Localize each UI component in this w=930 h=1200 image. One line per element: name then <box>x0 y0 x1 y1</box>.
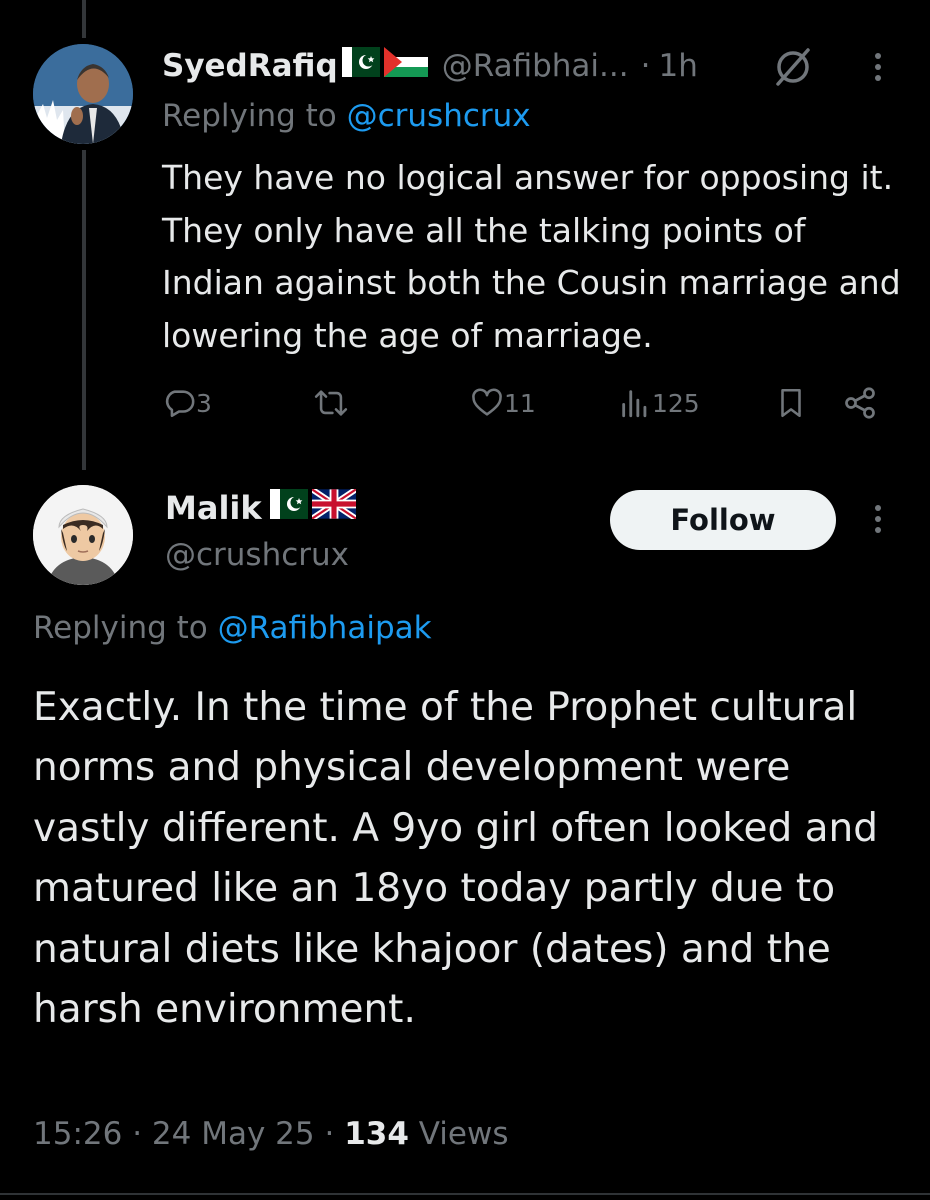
pakistan-flag-icon <box>269 489 308 527</box>
pakistan-flag-icon <box>341 47 380 85</box>
retweet-button[interactable] <box>312 380 350 426</box>
separator-dot: · <box>132 1116 143 1152</box>
views-icon <box>618 386 652 420</box>
replying-to: Replying to @crushcrux <box>162 98 531 134</box>
follow-button[interactable]: Follow <box>610 490 836 550</box>
reply-tweet-header: SyedRafiq @Rafibhai... · 1h <box>162 40 698 92</box>
replying-to: Replying to @Rafibhaipak <box>33 610 432 646</box>
divider <box>0 1193 930 1195</box>
palestine-flag-icon <box>383 47 428 85</box>
avatar-malik[interactable] <box>33 485 133 585</box>
mention-link[interactable]: @Rafibhaipak <box>218 610 432 646</box>
reply-count: 3 <box>196 388 212 418</box>
avatar-syedrafiq[interactable] <box>33 44 133 144</box>
tweet-meta: 15:26 · 24 May 25 · 134 Views <box>33 1116 509 1152</box>
reply-tweet-text: They have no logical answer for opposing… <box>162 158 901 355</box>
handle[interactable]: @crushcrux <box>165 532 349 578</box>
like-button[interactable]: 11 <box>470 380 536 426</box>
handle[interactable]: @Rafibhai... <box>442 48 629 84</box>
separator-dot: · <box>640 48 651 84</box>
like-count: 11 <box>504 388 536 418</box>
views-count: 134 <box>344 1116 409 1152</box>
tweet-date[interactable]: 24 May 25 <box>152 1116 315 1152</box>
views-count: 125 <box>652 388 700 418</box>
tweet-time[interactable]: 15:26 <box>33 1116 122 1152</box>
thread-line-top <box>82 0 86 38</box>
more-options-icon[interactable] <box>872 50 884 86</box>
bookmark-button[interactable] <box>774 380 808 426</box>
grok-icon[interactable] <box>770 44 816 90</box>
retweet-icon <box>312 386 350 420</box>
share-button[interactable] <box>842 380 878 426</box>
reply-icon <box>162 386 196 420</box>
share-icon <box>842 385 878 421</box>
action-bar: 3 11 125 <box>162 380 882 426</box>
bookmark-icon <box>774 386 808 420</box>
display-name[interactable]: SyedRafiq <box>162 48 338 84</box>
main-tweet-author: Malik <box>165 484 358 532</box>
uk-flag-icon <box>310 486 358 527</box>
replying-prefix: Replying to <box>162 98 347 134</box>
reply-button[interactable]: 3 <box>162 380 212 426</box>
timestamp[interactable]: 1h <box>658 48 697 84</box>
main-tweet-text: Exactly. In the time of the Prophet cult… <box>33 685 878 1033</box>
views-label: Views <box>418 1116 509 1152</box>
more-options-icon[interactable] <box>872 502 884 538</box>
like-icon <box>470 386 504 420</box>
replying-prefix: Replying to <box>33 610 218 646</box>
separator-dot: · <box>324 1116 335 1152</box>
thread-line-connector <box>82 150 86 470</box>
display-name[interactable]: Malik <box>165 489 262 527</box>
views-button[interactable]: 125 <box>618 380 700 426</box>
mention-link[interactable]: @crushcrux <box>347 98 531 134</box>
